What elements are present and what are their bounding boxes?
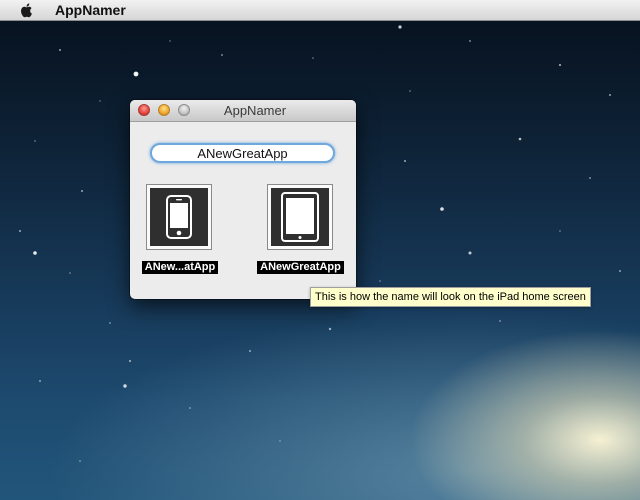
iphone-preview-well — [146, 184, 212, 250]
app-menu-title[interactable]: AppNamer — [55, 2, 126, 18]
apple-logo-icon[interactable] — [18, 1, 36, 19]
window-title: AppNamer — [223, 103, 287, 118]
ipad-home-label: ANewGreatApp — [257, 261, 344, 274]
ipad-preview-well — [267, 184, 333, 250]
title-bar[interactable]: AppNamer — [130, 100, 356, 122]
iphone-icon — [166, 195, 192, 239]
app-name-input[interactable] — [150, 143, 335, 163]
appnamer-window: AppNamer ANew...atApp ANewGreatApp — [130, 100, 356, 299]
tooltip: This is how the name will look on the iP… — [310, 287, 591, 307]
iphone-home-label: ANew...atApp — [142, 261, 218, 274]
menu-bar: AppNamer — [0, 0, 640, 21]
ipad-icon — [281, 192, 319, 242]
